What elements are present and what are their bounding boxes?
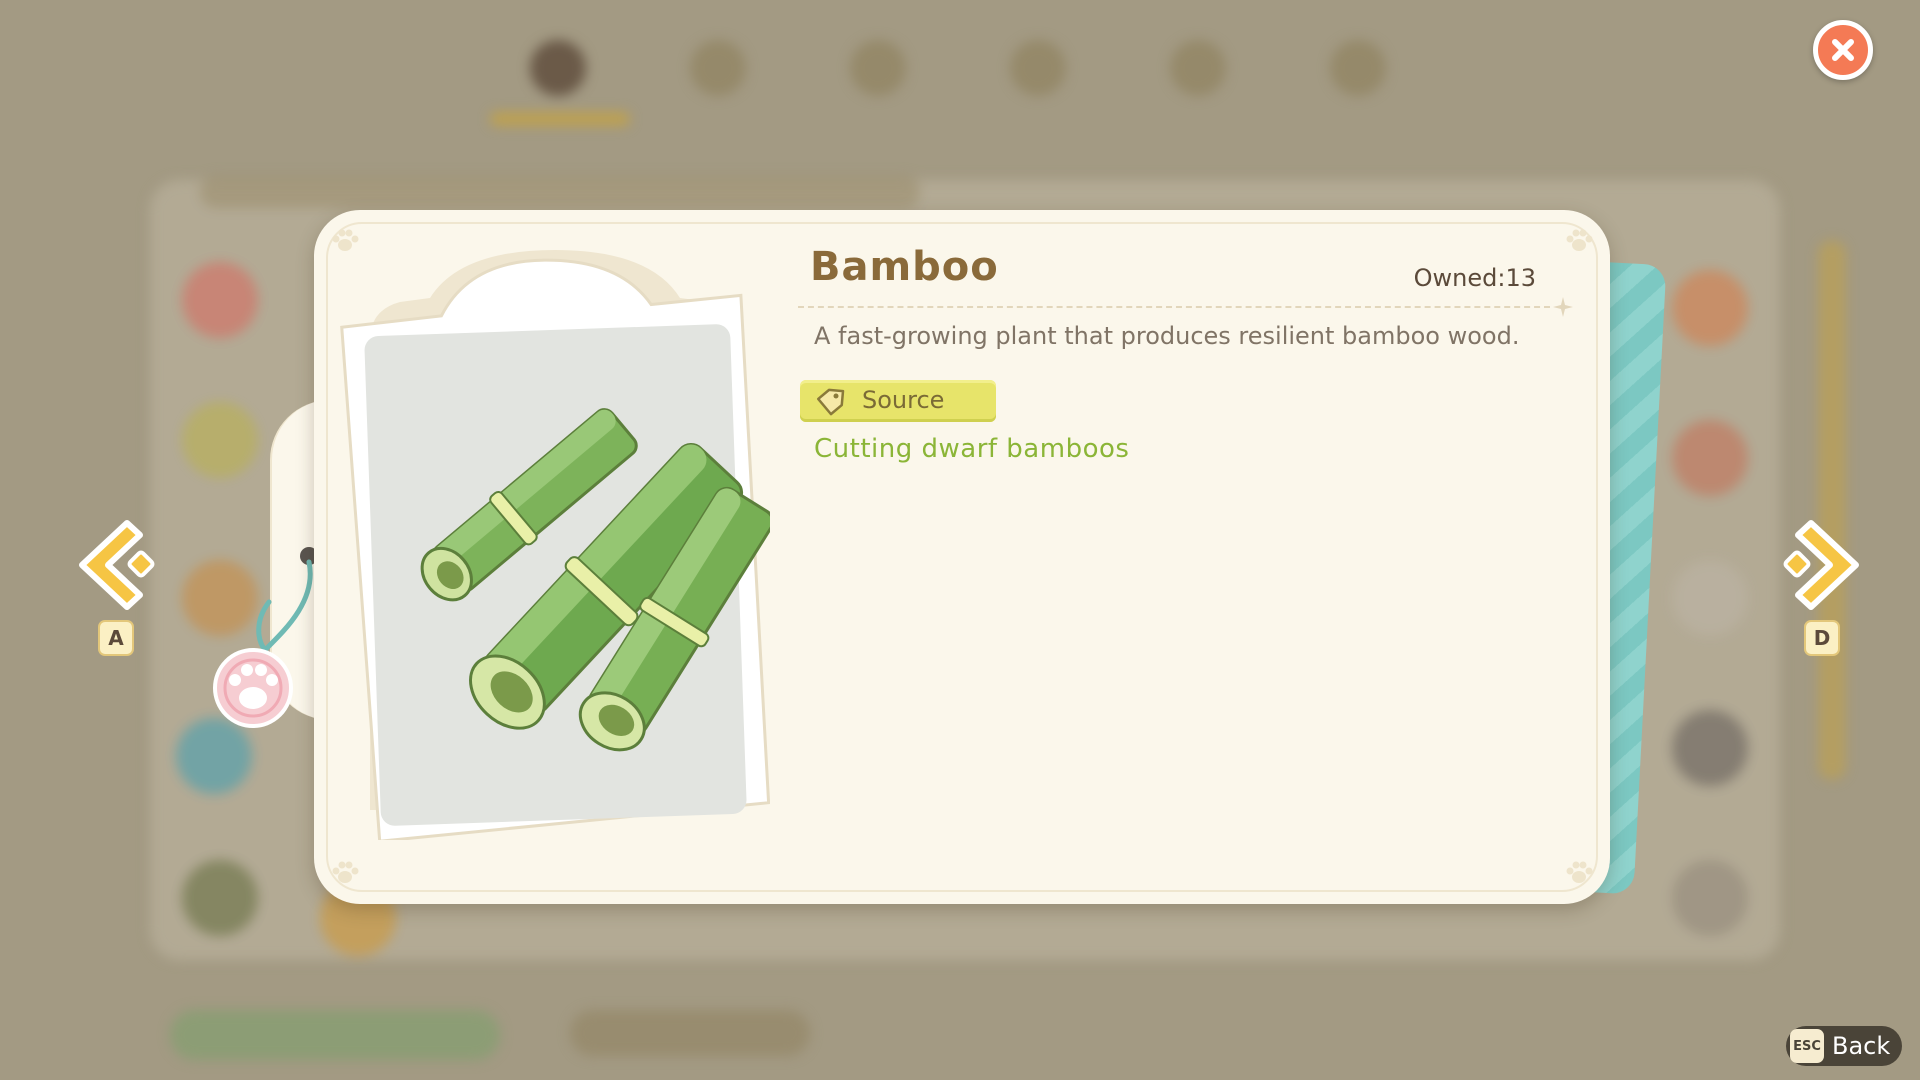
paw-decoration-icon bbox=[1566, 229, 1593, 251]
previous-item-button[interactable] bbox=[72, 515, 162, 615]
owned-count: Owned:13 bbox=[1413, 264, 1536, 292]
inventory-footer-bar bbox=[170, 1010, 500, 1060]
category-tab-5 bbox=[1170, 40, 1226, 96]
item-description: A fast-growing plant that produces resil… bbox=[814, 322, 1520, 350]
next-item-button[interactable] bbox=[1776, 515, 1866, 615]
title-divider bbox=[798, 306, 1550, 308]
inventory-slot bbox=[1672, 420, 1748, 496]
inventory-header bbox=[200, 176, 920, 208]
close-icon bbox=[1832, 39, 1854, 61]
sparkle-icon bbox=[1553, 297, 1573, 317]
item-portrait bbox=[340, 250, 770, 840]
category-tab-2 bbox=[690, 40, 746, 96]
next-key-hint: D bbox=[1804, 620, 1840, 656]
paw-decoration-icon bbox=[1566, 861, 1593, 883]
source-tag: Source bbox=[800, 380, 996, 422]
inventory-slot bbox=[1672, 860, 1748, 936]
inventory-slot bbox=[182, 402, 258, 478]
back-label: Back bbox=[1832, 1032, 1891, 1060]
close-button[interactable] bbox=[1813, 20, 1873, 80]
inventory-slot bbox=[1672, 270, 1748, 346]
paw-keychain-icon bbox=[213, 547, 318, 728]
category-tab-underline bbox=[490, 112, 630, 126]
price-tag-icon bbox=[816, 388, 845, 416]
item-name: Bamboo bbox=[810, 244, 999, 290]
back-button[interactable]: ESC Back bbox=[1786, 1026, 1902, 1066]
source-description: Cutting dwarf bamboos bbox=[814, 434, 1130, 464]
category-tab-1 bbox=[530, 40, 586, 96]
inventory-slot bbox=[182, 262, 258, 338]
inventory-slot bbox=[182, 860, 258, 936]
inventory-scrollbar bbox=[1818, 240, 1846, 780]
category-tab-4 bbox=[1010, 40, 1066, 96]
source-label: Source bbox=[862, 386, 945, 414]
esc-key-hint: ESC bbox=[1790, 1029, 1824, 1063]
inventory-slot bbox=[1672, 560, 1748, 636]
category-tab-6 bbox=[1330, 40, 1386, 96]
inventory-footer-sort bbox=[570, 1010, 810, 1056]
category-tab-3 bbox=[850, 40, 906, 96]
paw-decoration-icon bbox=[332, 861, 359, 883]
prev-key-hint: A bbox=[98, 620, 134, 656]
inventory-slot bbox=[1672, 710, 1748, 786]
